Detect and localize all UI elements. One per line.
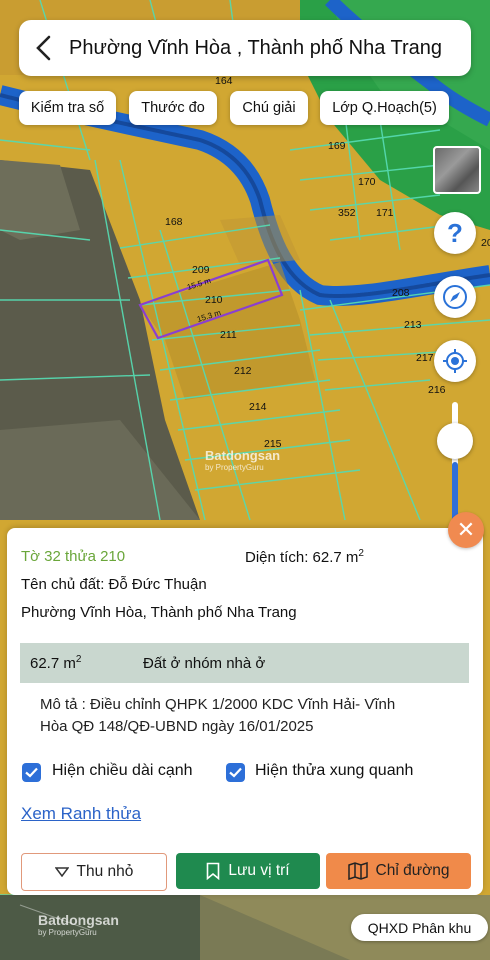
watermark-sub: by PropertyGuru [205, 463, 264, 472]
close-icon: ✕ [456, 517, 476, 542]
opacity-slider-handle[interactable] [437, 423, 473, 459]
locate-icon [443, 349, 467, 373]
compass-icon [443, 285, 467, 309]
watermark: Batdongsan by PropertyGuru [205, 448, 280, 472]
watermark-bottom: Batdongsan by PropertyGuru [38, 912, 119, 937]
parcel-number-label: 170 [358, 176, 376, 188]
parcel-number-label: 210 [205, 294, 223, 306]
parcel-number-label: 168 [165, 216, 183, 228]
checkmark-icon [229, 767, 242, 778]
question-icon: ? [447, 217, 463, 248]
parcel-number-label: 352 [338, 207, 356, 219]
watermark-brand: Batdongsan [205, 448, 281, 463]
map-icon [347, 862, 368, 880]
checkbox-show-neighbors[interactable] [226, 763, 245, 782]
collapse-label: Thu nhỏ [76, 863, 134, 880]
layer-thumbnail-button[interactable] [433, 146, 481, 194]
description: Mô tả : Điều chỉnh QHPK 1/2000 KDC Vĩnh … [40, 694, 460, 738]
directions-label: Chỉ đường [375, 862, 450, 879]
checkbox-edge-lengths-label: Hiện chiều dài cạnh [52, 762, 193, 779]
chip-planning-layer[interactable]: Lớp Q.Hoạch(5) [320, 91, 449, 125]
zone-type: Đất ở nhóm nhà ở [143, 654, 266, 672]
header-bar: Phường Vĩnh Hòa , Thành phố Nha Trang [19, 20, 471, 76]
parcel-number-label: 212 [234, 365, 252, 377]
help-button[interactable]: ? [434, 212, 476, 254]
compass-button[interactable] [434, 276, 476, 318]
owner-name: Tên chủ đất: Đỗ Đức Thuận [21, 576, 207, 593]
parcel-number-label: 208 [392, 287, 410, 299]
chevron-left-icon [36, 35, 51, 61]
parcel-area-sup: 2 [358, 548, 364, 559]
description-line-1: Mô tả : Điều chỉnh QHPK 1/2000 KDC Vĩnh … [40, 696, 396, 713]
parcel-number-label: 169 [328, 140, 346, 152]
description-line-2: Hòa QĐ 148/QĐ-UBND ngày 16/01/2025 [40, 718, 314, 735]
triangle-down-icon [54, 867, 69, 877]
checkbox-neighbors-label: Hiện thửa xung quanh [255, 762, 414, 779]
parcel-address: Phường Vĩnh Hòa, Thành phố Nha Trang [21, 604, 297, 621]
parcel-number-label: 216 [428, 384, 446, 396]
chip-legend[interactable]: Chú giải [230, 91, 308, 125]
checkmark-icon [25, 767, 38, 778]
parcel-number-label: 214 [249, 401, 267, 413]
bookmark-icon [207, 862, 220, 880]
locate-button[interactable] [434, 340, 476, 382]
parcel-area: Diện tích: 62.7 m2 [245, 548, 364, 566]
chip-check-number[interactable]: Kiểm tra số [19, 91, 116, 125]
chip-measure[interactable]: Thước đo [129, 91, 217, 125]
parcel-number-label: 164 [215, 75, 233, 87]
zoning-layer-chip[interactable]: QHXD Phân khu [351, 914, 488, 941]
parcel-number-label: 20 [481, 237, 490, 249]
zone-area-sup: 2 [75, 654, 82, 665]
watermark-brand-bottom: Batdongsan [38, 912, 119, 928]
parcel-title: Tờ 32 thửa 210 [21, 548, 126, 565]
directions-button[interactable]: Chỉ đường [326, 853, 471, 889]
parcel-area-label: Diện tích: 62.7 m [245, 549, 359, 566]
close-panel-button[interactable]: ✕ [448, 512, 484, 548]
back-button[interactable] [19, 20, 69, 76]
save-location-label: Lưu vị trí [228, 862, 290, 879]
parcel-number-label: 171 [376, 207, 394, 219]
watermark-sub-bottom: by PropertyGuru [38, 928, 97, 937]
zone-row: 62.7 m2 Đất ở nhóm nhà ở [20, 643, 469, 683]
zone-area-value: 62.7 m [30, 655, 76, 672]
collapse-button[interactable]: Thu nhỏ [21, 853, 167, 891]
zone-area: 62.7 m2 [30, 654, 143, 672]
view-boundary-link[interactable]: Xem Ranh thửa [21, 804, 141, 824]
save-location-button[interactable]: Lưu vị trí [176, 853, 320, 889]
parcel-number-label: 209 [192, 264, 210, 276]
parcel-number-label: 217 [416, 352, 434, 364]
parcel-number-label: 211 [220, 329, 237, 341]
checkbox-show-edge-lengths[interactable] [22, 763, 41, 782]
page-title: Phường Vĩnh Hòa , Thành phố Nha Trang [69, 36, 443, 59]
parcel-number-label: 213 [404, 319, 422, 331]
